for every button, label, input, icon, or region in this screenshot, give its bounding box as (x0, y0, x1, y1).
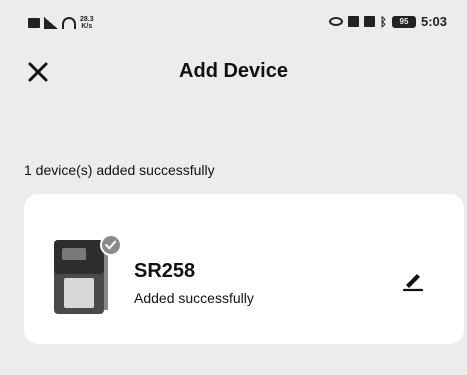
device-name: SR258 (134, 260, 196, 282)
battery-level: 95 (399, 16, 409, 26)
device-status: Added successfully (134, 290, 254, 306)
battery-icon: 95 (391, 15, 416, 28)
status-bar: 28.3 K/s ᛒ 95 5:03 (0, 0, 467, 40)
check-badge-icon (100, 234, 122, 256)
status-time: 5:03 (420, 14, 447, 29)
wifi-icon (62, 17, 76, 29)
network-speed-unit: K/s (81, 23, 93, 30)
app-header: Add Device (0, 50, 467, 100)
signal-icon (44, 17, 58, 29)
vibrate-icon (363, 16, 375, 27)
status-bar-right: ᛒ 95 5:03 (328, 14, 447, 29)
page-title: Add Device (179, 60, 288, 82)
notification-icon (28, 18, 40, 28)
pencil-icon[interactable] (400, 270, 426, 292)
status-bar-left: 28.3 K/s (28, 16, 94, 30)
bluetooth-icon: ᛒ (379, 14, 387, 29)
network-speed: 28.3 K/s (80, 16, 94, 30)
device-card[interactable]: SR258 Added successfully (24, 194, 464, 344)
success-message: 1 device(s) added successfully (24, 162, 215, 178)
eye-icon (328, 17, 343, 26)
sim-icon (347, 16, 359, 27)
network-speed-value: 28.3 (80, 16, 94, 23)
